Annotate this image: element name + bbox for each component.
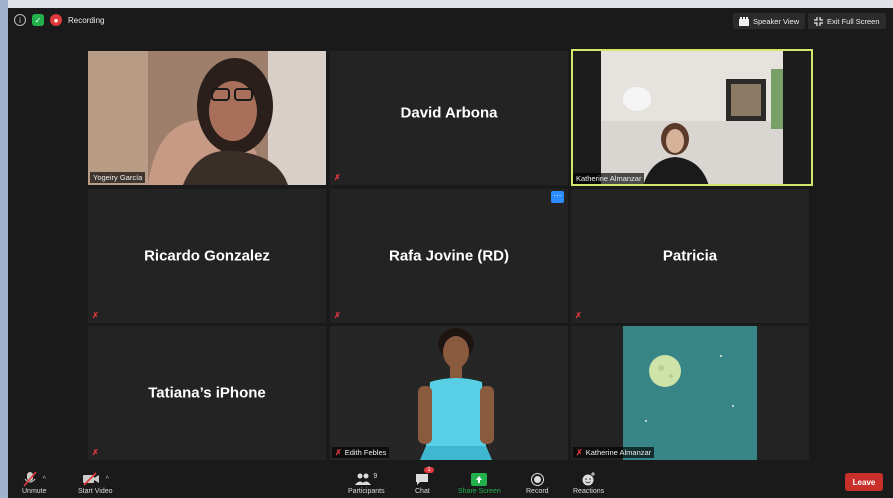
participant-name-tag: ✗ Katherine Almanzar: [573, 447, 655, 458]
share-screen-button[interactable]: Share Screen: [458, 470, 501, 495]
unmute-button[interactable]: ^ Unmute: [22, 470, 47, 495]
participant-name-tag: ✗ Edith Febles: [332, 447, 390, 458]
participant-video-katherine: [571, 49, 813, 186]
meeting-controls-toolbar: ^ Unmute ^ Start Video 9 Participants 1 …: [8, 467, 893, 498]
participant-tile-david[interactable]: David Arbona ✗: [330, 51, 568, 185]
participant-video-yogeiry: [88, 51, 326, 185]
chat-icon: 1: [415, 467, 434, 488]
participants-icon: 9: [355, 470, 377, 488]
chat-unread-badge: 1: [424, 467, 434, 473]
participant-tile-tatiana[interactable]: Tatiana’s iPhone ✗: [88, 326, 326, 460]
participant-name: Edith Febles: [344, 448, 387, 457]
exit-fullscreen-button[interactable]: Exit Full Screen: [808, 13, 886, 29]
speaker-view-label: Speaker View: [753, 16, 800, 26]
muted-mic-icon: ✗: [92, 311, 99, 320]
muted-mic-icon: ✗: [334, 311, 341, 320]
participant-name: Katherine Almanzar: [585, 448, 652, 457]
window-left-edge: [0, 0, 8, 498]
participant-name-tag: Yogeiry García: [90, 172, 146, 183]
video-options-chevron-icon[interactable]: ^: [106, 476, 109, 483]
participant-tile-yogeiry[interactable]: Yogeiry García: [88, 51, 326, 185]
participant-display-name: Patricia: [662, 247, 718, 265]
meeting-status-group: i ✓ ● Recording: [14, 14, 104, 26]
record-button[interactable]: Record: [526, 470, 549, 495]
start-video-label: Start Video: [78, 488, 113, 495]
exit-fullscreen-label: Exit Full Screen: [827, 16, 880, 26]
share-screen-label: Share Screen: [458, 488, 501, 495]
meeting-top-bar: i ✓ ● Recording Speaker View Exit Full S…: [8, 8, 893, 34]
participant-display-name: Rafa Jovine (RD): [388, 247, 510, 265]
participant-video-edith: [330, 326, 568, 460]
record-label: Record: [526, 488, 549, 495]
participant-name-tag: Katherine Almanzar: [573, 173, 645, 184]
recording-label: Recording: [68, 15, 105, 25]
leave-meeting-button[interactable]: Leave: [845, 473, 883, 491]
speaker-view-icon: [739, 16, 749, 26]
participant-name: Katherine Almanzar: [576, 174, 642, 183]
participant-display-name: Tatiana’s iPhone: [148, 384, 266, 402]
speaker-view-button[interactable]: Speaker View: [733, 13, 806, 29]
participant-tile-katherine-moon[interactable]: ✗ Katherine Almanzar: [571, 326, 809, 460]
muted-mic-icon: ✗: [335, 448, 342, 457]
muted-mic-icon: ✗: [334, 173, 341, 182]
participants-label: Participants: [348, 488, 385, 495]
participants-button[interactable]: 9 Participants: [348, 470, 385, 496]
video-off-icon: ^: [82, 470, 109, 488]
participant-video-moon: [571, 326, 809, 460]
record-icon: [530, 470, 544, 488]
muted-mic-icon: ✗: [575, 311, 582, 320]
reactions-label: Reactions: [573, 488, 605, 495]
recording-icon: ●: [50, 14, 62, 26]
participants-count: 9: [373, 472, 378, 480]
unmute-label: Unmute: [22, 488, 47, 495]
chat-button[interactable]: 1 Chat: [415, 467, 434, 495]
participant-tile-patricia[interactable]: Patricia ✗: [571, 189, 809, 323]
reactions-button[interactable]: Reactions: [573, 470, 604, 495]
zoom-meeting-window: i ✓ ● Recording Speaker View Exit Full S…: [8, 8, 893, 498]
participant-tile-ricardo[interactable]: Ricardo Gonzalez ✗: [88, 189, 326, 323]
exit-fullscreen-icon: [814, 16, 823, 26]
audio-options-chevron-icon[interactable]: ^: [43, 476, 46, 483]
participant-display-name: David Arbona: [400, 104, 498, 122]
participant-tile-rafa[interactable]: ··· Rafa Jovine (RD) ✗: [330, 189, 568, 323]
muted-mic-icon: ✗: [576, 448, 583, 457]
start-video-button[interactable]: ^ Start Video: [78, 470, 113, 495]
reactions-icon: [582, 470, 596, 488]
muted-mic-icon: ✗: [92, 448, 99, 457]
info-icon[interactable]: i: [14, 14, 26, 26]
participant-tile-edith[interactable]: ✗ Edith Febles: [330, 326, 568, 460]
participant-tile-katherine-active[interactable]: Katherine Almanzar: [571, 49, 813, 186]
more-options-button[interactable]: ···: [551, 191, 564, 203]
participant-name: Yogeiry García: [93, 173, 143, 182]
security-shield-icon[interactable]: ✓: [32, 14, 44, 26]
share-screen-icon: [471, 470, 488, 488]
chat-label: Chat: [415, 488, 430, 495]
window-top-edge: [0, 0, 893, 8]
participant-display-name: Ricardo Gonzalez: [144, 247, 270, 265]
muted-microphone-icon: ^: [23, 470, 46, 488]
